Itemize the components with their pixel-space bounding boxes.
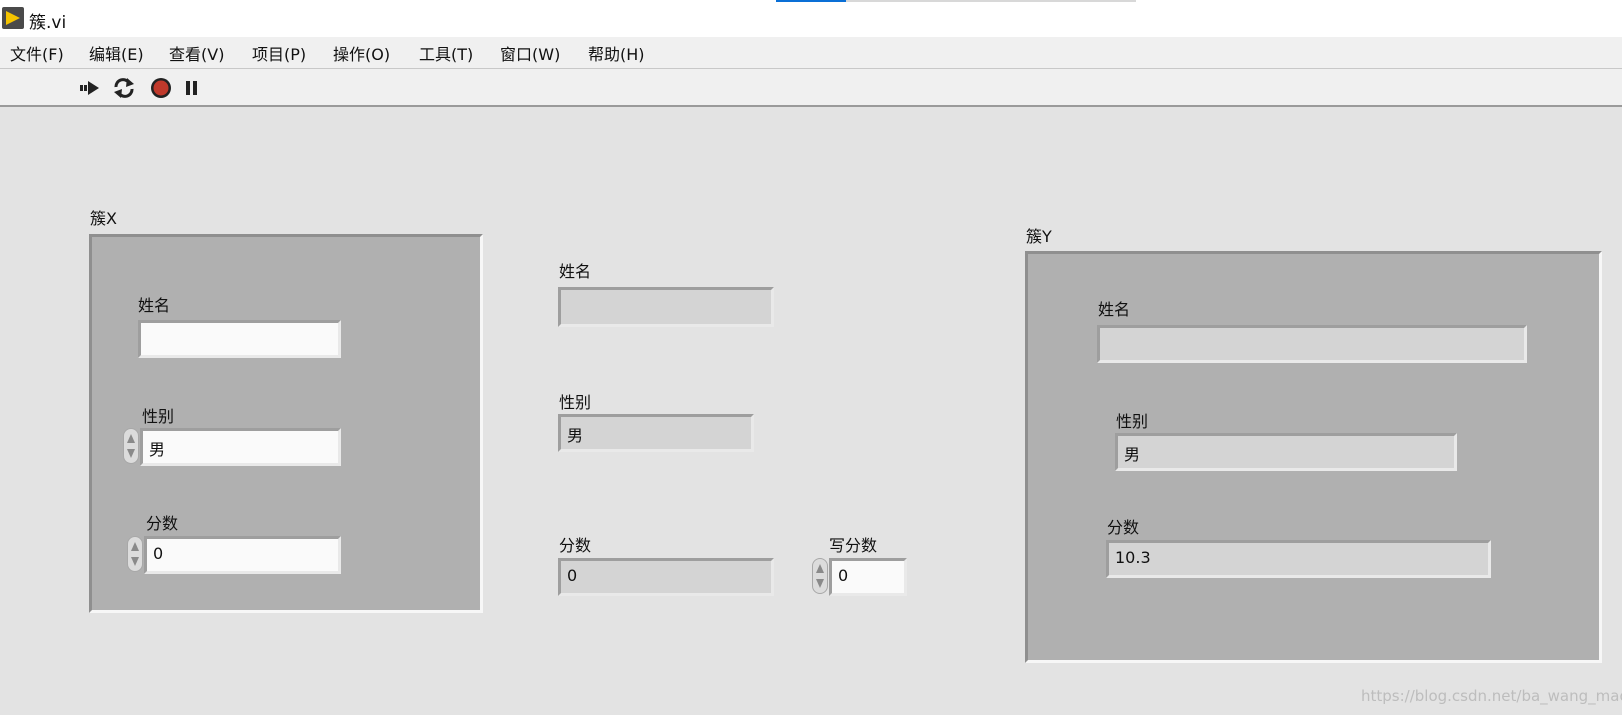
cluster-x-gender-ring[interactable]: 男 — [140, 428, 341, 466]
menu-tools[interactable]: 工具(T) — [419, 41, 473, 65]
cluster-x-score-label: 分数 — [146, 514, 179, 533]
cluster-x-score-spinner[interactable] — [127, 536, 143, 572]
cluster-x-gender-spinner[interactable] — [123, 428, 139, 464]
cluster-x-name-label: 姓名 — [138, 296, 171, 315]
cluster-x-gender-label: 性别 — [142, 407, 175, 426]
cluster-y-name-label: 姓名 — [1098, 300, 1131, 319]
menu-bar: 文件(F) 编辑(E) 查看(V) 项目(P) 操作(O) 工具(T) 窗口(W… — [0, 37, 1622, 69]
menu-file[interactable]: 文件(F) — [10, 41, 64, 65]
cluster-y-score-label: 分数 — [1107, 518, 1140, 537]
cluster-y-name-indicator — [1097, 325, 1527, 363]
title-accent-bar — [776, 0, 846, 2]
run-continuously-icon[interactable] — [112, 77, 134, 99]
labview-vi-icon — [2, 7, 24, 29]
window-title: 簇.vi — [29, 13, 67, 33]
menu-window[interactable]: 窗口(W) — [500, 41, 560, 65]
abort-stop-icon[interactable] — [150, 77, 172, 99]
menu-project[interactable]: 项目(P) — [252, 41, 306, 65]
pause-icon[interactable] — [183, 77, 205, 99]
menu-view[interactable]: 查看(V) — [169, 41, 224, 65]
menu-operate[interactable]: 操作(O) — [333, 41, 390, 65]
gender-indicator-label: 性别 — [559, 393, 592, 412]
cluster-x-score-input[interactable]: 0 — [144, 536, 341, 574]
cluster-y-label: 簇Y — [1026, 227, 1052, 246]
run-arrow-icon[interactable] — [79, 77, 101, 99]
title-accent-bar-gray — [846, 0, 1136, 2]
menu-help[interactable]: 帮助(H) — [588, 41, 645, 65]
score-indicator-label: 分数 — [559, 536, 592, 555]
name-indicator — [558, 287, 774, 327]
score-indicator: 0 — [558, 558, 774, 596]
watermark: https://blog.csdn.net/ba_wang_mao — [1361, 687, 1622, 705]
write-score-label: 写分数 — [829, 536, 878, 555]
toolbar — [0, 69, 1622, 107]
write-score-spinner[interactable] — [812, 558, 828, 594]
write-score-input[interactable]: 0 — [829, 558, 907, 596]
name-indicator-label: 姓名 — [559, 262, 592, 281]
cluster-y-gender-label: 性别 — [1116, 412, 1149, 431]
cluster-y-score-indicator: 10.3 — [1106, 540, 1491, 578]
cluster-x-label: 簇X — [90, 209, 117, 228]
title-bar: 簇.vi — [0, 0, 1622, 37]
cluster-y-gender-indicator: 男 — [1115, 433, 1457, 471]
menu-edit[interactable]: 编辑(E) — [89, 41, 144, 65]
cluster-x-name-input[interactable] — [138, 320, 341, 358]
gender-indicator: 男 — [558, 414, 754, 452]
